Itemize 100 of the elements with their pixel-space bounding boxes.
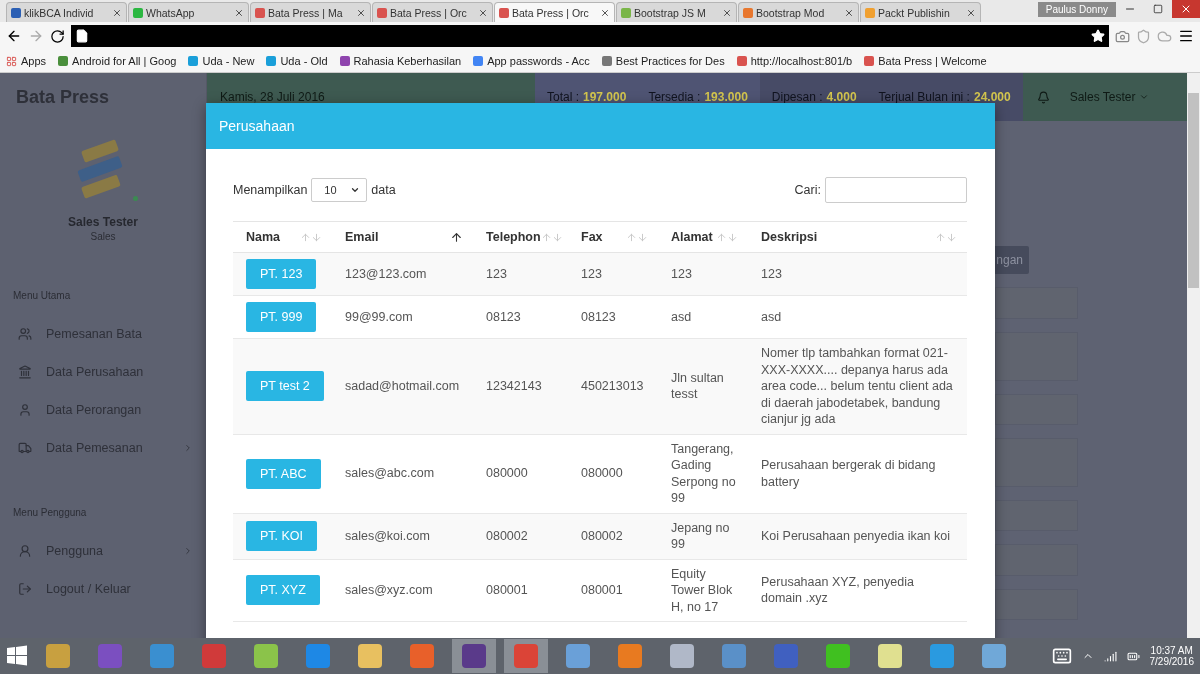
column-header[interactable]: Nama [233, 221, 332, 253]
browser-tab[interactable]: Bootstrap Mod [738, 2, 859, 22]
browser-tab[interactable]: Bata Press | Orc [372, 2, 493, 22]
favicon-icon [58, 56, 69, 66]
search-field[interactable] [825, 177, 967, 203]
close-icon[interactable] [844, 7, 854, 18]
table-cell: Equity Tower Blok H, no 17 [658, 559, 748, 622]
close-icon[interactable] [600, 7, 610, 18]
favicon-icon [473, 56, 484, 66]
bookmark-link[interactable]: Bata Press | Welcome [878, 55, 987, 67]
bookmark-link[interactable]: http://localhost:801/b [750, 55, 853, 67]
stat-value: 193.000 [704, 90, 748, 104]
browser-tab[interactable]: WhatsApp [128, 2, 249, 22]
clock-time[interactable]: 10:37 AM [1150, 645, 1193, 656]
table-cell: Jepang no 99 [658, 513, 748, 559]
star-icon[interactable] [1091, 29, 1105, 43]
browser-tab[interactable]: Bootstrap JS M [616, 2, 737, 22]
close-icon[interactable] [478, 7, 488, 18]
back-icon[interactable] [6, 28, 22, 44]
bookmark-link[interactable]: App passwords - Acc [487, 55, 590, 67]
column-header[interactable]: Alamat [658, 221, 748, 253]
form-field[interactable] [995, 544, 1078, 576]
browser-tab[interactable]: klikBCA Individ [6, 2, 127, 22]
form-field[interactable] [995, 589, 1078, 620]
form-field[interactable] [995, 394, 1078, 425]
taskbar-app[interactable] [452, 639, 496, 673]
favicon-icon [266, 56, 277, 66]
tab-title[interactable]: Packt Publishin [878, 6, 963, 19]
table-cell: 450213013 [568, 338, 658, 434]
windows-logo-icon[interactable] [6, 645, 28, 667]
page-size-select[interactable]: 10 [311, 178, 368, 202]
page-icon [75, 29, 89, 43]
bookmark-link[interactable]: Rahasia Keberhasilan [353, 55, 462, 67]
tab-title[interactable]: Bata Press | Orc [390, 6, 475, 19]
close-icon[interactable] [722, 7, 732, 18]
close-icon[interactable] [966, 7, 976, 18]
favicon-icon [255, 7, 265, 18]
apps-grid-icon[interactable] [6, 55, 17, 67]
table-cell: 99@99.com [332, 295, 473, 339]
favicon-icon [188, 56, 199, 66]
browser-tab[interactable]: Bata Press | Ma [250, 2, 371, 22]
table-cell: Tangerang, Gading Serpong no 99 [658, 434, 748, 513]
camera-icon[interactable] [1115, 28, 1130, 44]
bookmark-link[interactable]: Uda - New [202, 55, 255, 67]
form-field[interactable] [995, 332, 1078, 381]
table-cell: 08123 [473, 295, 568, 339]
bell-icon[interactable] [1036, 90, 1050, 104]
caret-icon [350, 185, 361, 195]
bookmark-link[interactable]: Apps [21, 55, 47, 67]
column-header[interactable]: Fax [568, 221, 658, 253]
caret-icon [1139, 92, 1150, 102]
column-header[interactable]: Telephon [473, 221, 568, 253]
length-label: Menampilkan [233, 183, 308, 197]
bookmark-link[interactable]: Uda - Old [280, 55, 328, 67]
stat-value: 4.000 [826, 90, 857, 104]
forward-icon[interactable] [28, 28, 44, 44]
tab-title[interactable]: Bata Press | Orc [512, 6, 597, 19]
tab-title[interactable]: Bata Press | Ma [268, 6, 353, 19]
bookmark-link[interactable]: Android for All | Goog [72, 55, 177, 67]
form-field[interactable] [995, 438, 1078, 487]
column-header[interactable]: Deskripsi [748, 221, 967, 253]
table-cell: 123 [748, 252, 967, 296]
tab-title[interactable]: klikBCA Individ [24, 6, 109, 19]
form-field[interactable] [995, 287, 1078, 319]
stat-label: Tersedia : [648, 90, 701, 104]
form-field[interactable] [995, 500, 1078, 531]
stat-value: 197.000 [583, 90, 627, 104]
clock-date[interactable]: 7/29/2016 [1149, 656, 1194, 667]
tab-title[interactable]: Bootstrap Mod [756, 6, 841, 19]
table-cell: sales@koi.com [332, 513, 473, 559]
user-name: Sales Tester [68, 215, 138, 229]
table-cell: 123@123.com [332, 252, 473, 296]
reload-icon[interactable] [50, 28, 65, 44]
users-icon [18, 327, 32, 341]
table-cell: 080000 [473, 434, 568, 513]
table-cell: 08123 [568, 295, 658, 339]
favicon-icon [499, 7, 509, 18]
tab-title[interactable]: WhatsApp [146, 6, 231, 19]
table-cell: Perusahaan XYZ, penyedia domain .xyz [748, 559, 967, 622]
browser-tab[interactable]: Packt Publishin [860, 2, 981, 22]
keyboard-icon[interactable] [1051, 646, 1072, 666]
close-icon[interactable] [356, 7, 366, 18]
favicon-icon [377, 7, 387, 18]
logout-icon [18, 582, 32, 596]
signal-icon[interactable] [1103, 649, 1117, 663]
bookmark-link[interactable]: Best Practices for Des [615, 55, 725, 67]
menu-icon[interactable] [1178, 28, 1194, 44]
tab-title[interactable]: Bootstrap JS M [634, 6, 719, 19]
cloud-icon[interactable] [1157, 28, 1172, 44]
close-button[interactable] [1172, 0, 1200, 18]
browser-tab[interactable]: Bata Press | Orc [494, 2, 615, 22]
column-header[interactable]: Email [332, 221, 473, 253]
user-icon [18, 544, 32, 558]
shield-icon[interactable] [1136, 28, 1151, 44]
close-icon[interactable] [112, 7, 122, 18]
user-role: Sales [90, 231, 116, 242]
close-icon[interactable] [234, 7, 244, 18]
scrollbar[interactable] [1187, 73, 1200, 638]
table-cell: 123 [568, 252, 658, 296]
table-cell: 12342143 [473, 338, 568, 434]
